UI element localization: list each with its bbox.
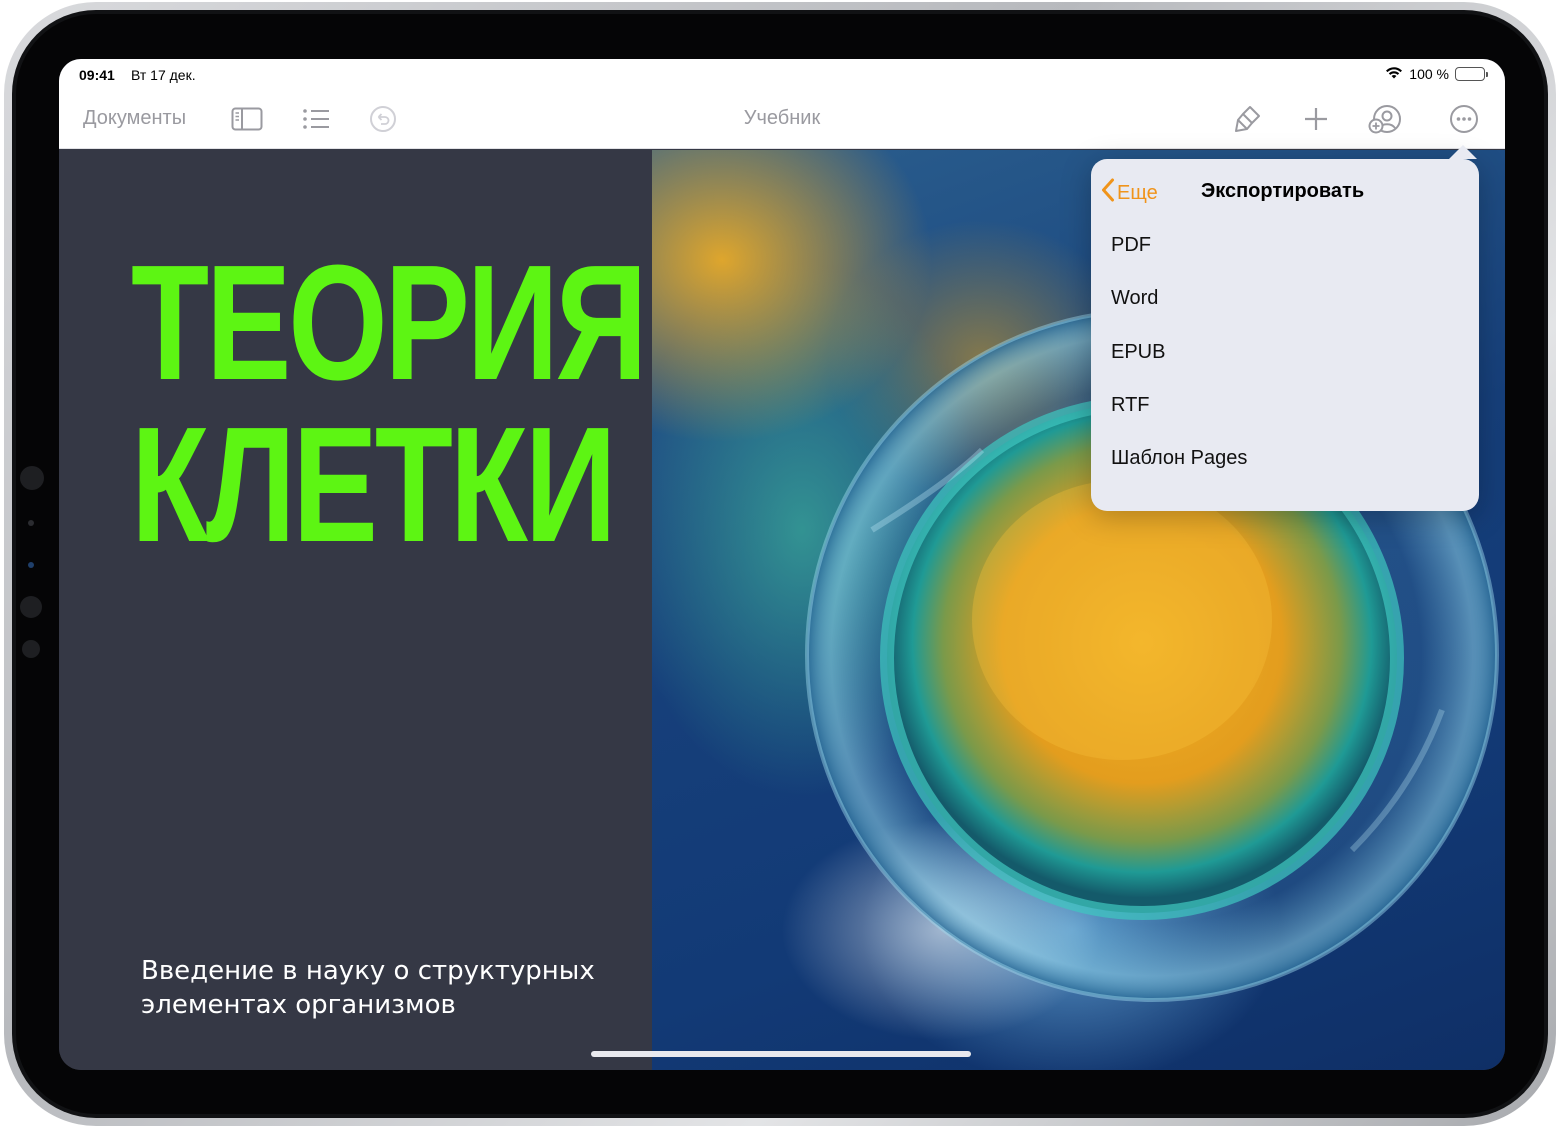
cover-subtitle: Введение в науку о структурных элементах… — [141, 956, 595, 1020]
chevron-left-icon — [1101, 178, 1115, 208]
status-date: Вт 17 дек. — [131, 67, 196, 83]
cover-left-panel[interactable]: ТЕОРИЯ КЛЕТКИ Введение в науку о структу… — [59, 150, 652, 1070]
sensor-dot — [28, 520, 34, 526]
cover-heading: ТЕОРИЯ КЛЕТКИ — [131, 241, 648, 567]
export-word-item[interactable]: Word — [1091, 272, 1479, 325]
undo-icon[interactable] — [366, 103, 400, 135]
sidebar-icon[interactable] — [230, 103, 264, 135]
cover-heading-line2: КЛЕТКИ — [131, 393, 617, 576]
wifi-icon — [1385, 66, 1403, 82]
more-icon[interactable] — [1447, 103, 1481, 135]
camera-dot — [20, 466, 44, 490]
list-icon[interactable] — [299, 103, 333, 135]
documents-button[interactable]: Документы — [83, 107, 186, 130]
back-label: Еще — [1117, 181, 1158, 204]
sensor-dot — [20, 596, 42, 618]
home-indicator[interactable] — [591, 1051, 971, 1057]
export-pages-template-item[interactable]: Шаблон Pages — [1091, 432, 1479, 485]
sensor-dot — [22, 640, 40, 658]
status-right: 100 % — [1385, 66, 1488, 82]
plus-icon[interactable] — [1299, 103, 1333, 135]
status-time: 09:41 — [79, 67, 115, 83]
popover-title: Экспортировать — [1201, 180, 1365, 202]
battery-icon — [1455, 67, 1488, 81]
collaborate-icon[interactable] — [1368, 103, 1402, 135]
status-bar: 09:41 Вт 17 дек. 100 % — [59, 59, 1505, 89]
export-format-list: PDF Word EPUB RTF Шаблон Pages — [1091, 219, 1479, 485]
toolbar: Документы Учебник — [59, 89, 1505, 149]
battery-percent: 100 % — [1409, 66, 1449, 82]
back-button[interactable]: Еще — [1101, 178, 1158, 208]
export-epub-item[interactable]: EPUB — [1091, 326, 1479, 379]
document-title: Учебник — [743, 107, 821, 129]
cover-heading-line1: ТЕОРИЯ — [131, 231, 648, 414]
sensor-dot — [28, 562, 34, 568]
paintbrush-icon[interactable] — [1231, 103, 1265, 135]
screen: 09:41 Вт 17 дек. 100 % Документы Учебник… — [59, 59, 1505, 1070]
export-rtf-item[interactable]: RTF — [1091, 379, 1479, 432]
export-pdf-item[interactable]: PDF — [1091, 219, 1479, 272]
popover-arrow — [1449, 145, 1477, 159]
export-popover: Еще Экспортировать PDF Word EPUB RTF Шаб… — [1091, 159, 1479, 511]
